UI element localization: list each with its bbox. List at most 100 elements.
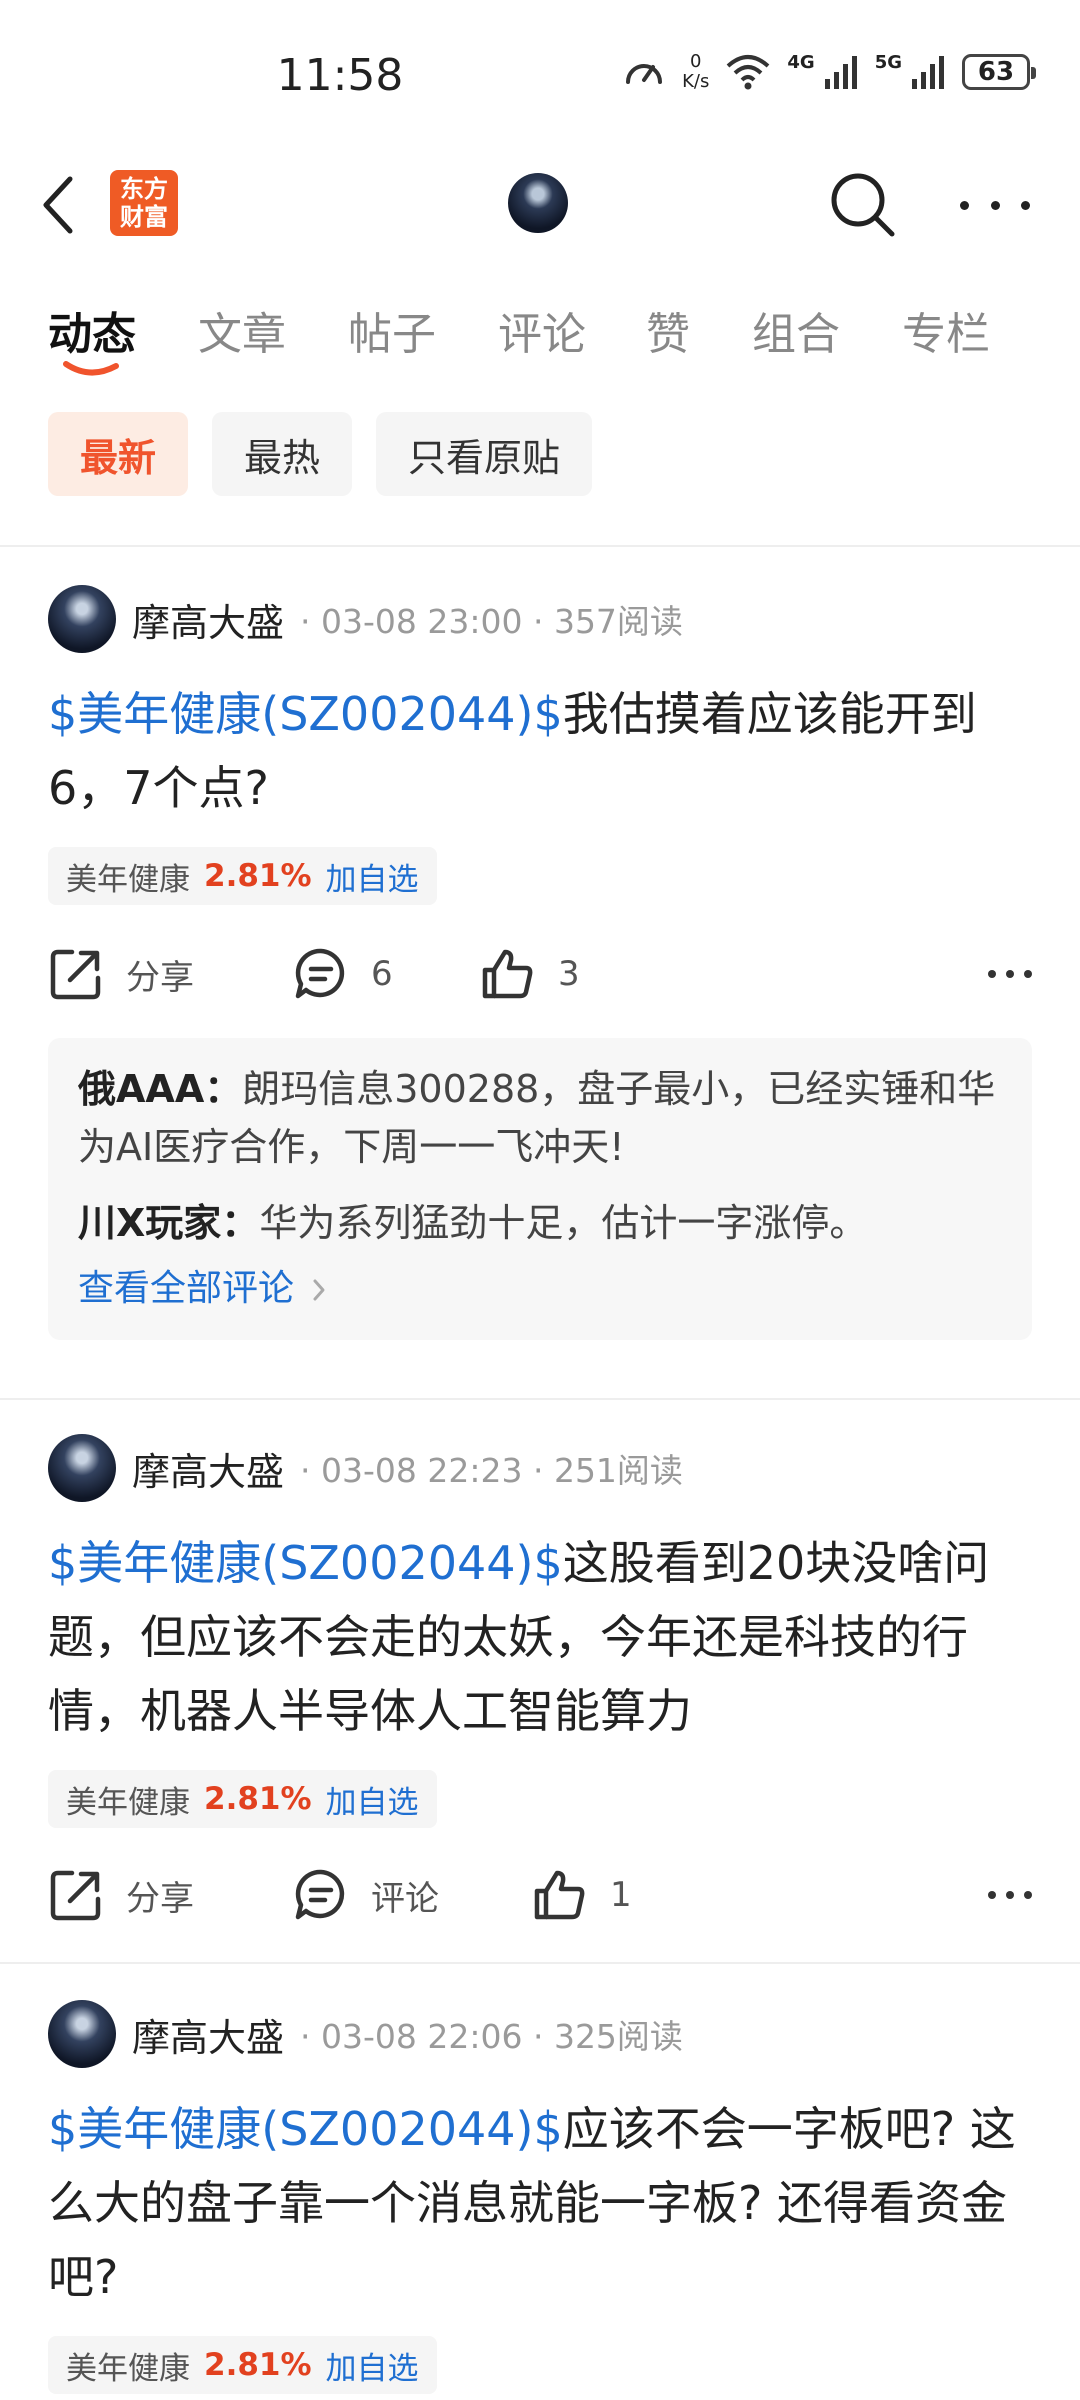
stock-quote-chip[interactable]: 美年健康 2.81% 加自选 (48, 2336, 437, 2394)
stock-quote-chip[interactable]: 美年健康 2.81% 加自选 (48, 847, 437, 905)
comments-preview[interactable]: 俄AAA：朗玛信息300288，盘子最小，已经实锤和华为AI医疗合作，下周一一飞… (48, 1038, 1032, 1340)
back-button[interactable] (40, 170, 100, 240)
active-tab-indicator (63, 361, 119, 376)
add-watchlist-button[interactable]: 加自选 (326, 1777, 419, 1822)
author-name[interactable]: 摩高大盛 (132, 1441, 284, 1496)
thumbs-up-icon (482, 949, 533, 999)
like-count: 1 (610, 1875, 632, 1915)
quote-stock-name: 美年健康 (66, 1784, 190, 1821)
like-count: 3 (558, 954, 580, 994)
profile-tabs: 动态 文章 帖子 评论 赞 组合 专栏 (0, 290, 1080, 380)
comment-item: 俄AAA：朗玛信息300288，盘子最小，已经实锤和华为AI医疗合作，下周一一飞… (78, 1060, 1002, 1176)
comment-user[interactable]: 俄AAA： (78, 1067, 242, 1111)
divider (0, 1962, 1080, 1964)
comment-label: 评论 (371, 1878, 439, 1919)
stock-tag-link[interactable]: $美年健康(SZ002044)$ (48, 2102, 563, 2156)
search-icon (831, 173, 895, 237)
quote-change: 2.81% (204, 2347, 312, 2383)
avatar[interactable] (48, 585, 116, 653)
net-speed-unit: K/s (682, 71, 710, 92)
tab-comments[interactable]: 评论 (498, 298, 586, 362)
thumbs-up-icon (534, 1870, 585, 1920)
post-author-row: 摩高大盛 · 03-08 22:06 · 325阅读 (48, 1998, 683, 2070)
view-all-comments-label: 查看全部评论 (78, 1268, 295, 1309)
post-body[interactable]: $美年健康(SZ002044)$我估摸着应该能开到6，7个点? (48, 677, 1033, 825)
search-button[interactable] (828, 170, 898, 240)
signal-bars-icon (824, 56, 857, 89)
comment-icon (295, 948, 345, 999)
post-body[interactable]: $美年健康(SZ002044)$应该不会一字板吧? 这么大的盘子靠一个消息就能一… (48, 2092, 1033, 2314)
share-label: 分享 (126, 957, 194, 998)
signal-bars-icon (912, 56, 944, 89)
filter-original-only[interactable]: 只看原贴 (376, 412, 593, 496)
comment-text: 华为系列猛劲十足，估计一字涨停。 (259, 1201, 868, 1245)
status-time: 11:58 (276, 50, 404, 101)
author-name[interactable]: 摩高大盛 (132, 592, 284, 647)
tab-dynamic[interactable]: 动态 (48, 298, 136, 362)
sort-filters: 最新 最热 只看原贴 (48, 412, 593, 496)
share-icon (50, 1870, 101, 1921)
divider (0, 1398, 1080, 1400)
comment-button[interactable]: 评论 (293, 1859, 439, 1931)
wifi-icon (727, 55, 770, 90)
tab-articles[interactable]: 文章 (198, 298, 286, 362)
view-all-comments-link[interactable]: 查看全部评论 (78, 1260, 1002, 1318)
divider (0, 545, 1080, 547)
stock-tag-link[interactable]: $美年健康(SZ002044)$ (48, 687, 563, 741)
add-watchlist-button[interactable]: 加自选 (326, 2343, 419, 2388)
net-speed-value: 0 (690, 51, 702, 72)
tab-likes[interactable]: 赞 (646, 298, 690, 362)
more-icon[interactable] (960, 180, 1030, 230)
author-name[interactable]: 摩高大盛 (132, 2007, 284, 2062)
avatar[interactable] (48, 1434, 116, 1502)
tab-column[interactable]: 专栏 (902, 298, 990, 362)
post-author-row: 摩高大盛 · 03-08 23:00 · 357阅读 (48, 583, 683, 655)
post-actions: 分享 6 3 (48, 938, 1032, 1010)
share-icon (50, 949, 101, 1000)
more-icon[interactable] (988, 960, 1032, 988)
quote-stock-name: 美年健康 (66, 861, 190, 898)
speedometer-icon (626, 64, 663, 84)
post-actions: 分享 评论 1 (48, 1859, 1032, 1931)
tab-posts[interactable]: 帖子 (348, 298, 436, 362)
signal-1-label: 4G (787, 52, 815, 73)
post-meta: · 03-08 22:23 · 251阅读 (300, 1451, 683, 1490)
like-button[interactable]: 1 (532, 1859, 632, 1931)
post-meta: · 03-08 23:00 · 357阅读 (300, 602, 683, 641)
logo-line-2: 财富 (120, 203, 168, 231)
stock-tag-link[interactable]: $美年健康(SZ002044)$ (48, 1536, 563, 1590)
post-author-row: 摩高大盛 · 03-08 22:23 · 251阅读 (48, 1432, 683, 1504)
share-button[interactable]: 分享 (48, 1859, 194, 1931)
like-button[interactable]: 3 (480, 938, 580, 1010)
comment-count: 6 (371, 954, 393, 994)
avatar[interactable] (48, 2000, 116, 2068)
chevron-right-icon (313, 1279, 325, 1301)
battery-indicator: 63 (962, 54, 1036, 90)
quote-change: 2.81% (204, 1781, 312, 1817)
signal-2-label: 5G (874, 52, 902, 73)
net-speed: 0 K/s (682, 52, 709, 92)
app-header: 东方 财富 (0, 150, 1080, 260)
eastmoney-logo[interactable]: 东方 财富 (110, 170, 178, 236)
logo-line-1: 东方 (120, 175, 168, 203)
post-body[interactable]: $美年健康(SZ002044)$这股看到20块没啥问题，但应该不会走的太妖，今年… (48, 1526, 1033, 1748)
comment-button[interactable]: 6 (293, 938, 393, 1010)
share-button[interactable]: 分享 (48, 938, 194, 1010)
more-icon[interactable] (988, 1881, 1032, 1909)
filter-hottest[interactable]: 最热 (212, 412, 353, 496)
comment-icon (295, 1869, 345, 1920)
quote-stock-name: 美年健康 (66, 2350, 190, 2387)
share-label: 分享 (126, 1878, 194, 1919)
user-avatar[interactable] (508, 173, 568, 233)
add-watchlist-button[interactable]: 加自选 (326, 854, 419, 899)
comment-item: 川X玩家：华为系列猛劲十足，估计一字涨停。 (78, 1194, 1002, 1252)
comment-user[interactable]: 川X玩家： (78, 1201, 259, 1245)
filter-latest[interactable]: 最新 (48, 412, 189, 496)
stock-quote-chip[interactable]: 美年健康 2.81% 加自选 (48, 1770, 437, 1828)
quote-change: 2.81% (204, 858, 312, 894)
status-bar: 11:58 0 K/s 4G 5G 63 (0, 0, 1080, 150)
tab-portfolio[interactable]: 组合 (752, 298, 840, 362)
status-icons: 0 K/s 4G 5G 63 (622, 52, 1036, 92)
post-meta: · 03-08 22:06 · 325阅读 (300, 2017, 683, 2056)
back-arrow-icon (43, 176, 73, 234)
